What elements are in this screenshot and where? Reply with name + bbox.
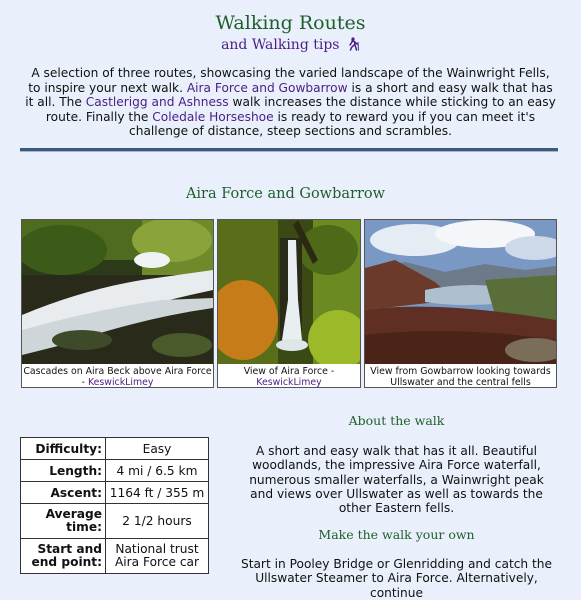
intro-paragraph: A selection of three routes, showcasing … xyxy=(25,66,556,139)
table-row: Start and end point: National trust Aira… xyxy=(20,538,209,574)
river-cascade-photo[interactable] xyxy=(22,220,213,364)
table-row: Average time: 2 1/2 hours xyxy=(20,503,209,539)
about-text: A short and easy walk that has it all. B… xyxy=(249,444,544,516)
waterfall-photo[interactable] xyxy=(218,220,360,364)
stat-value: 1164 ft / 355 m xyxy=(105,481,209,504)
stat-value: 4 mi / 6.5 km xyxy=(105,459,209,482)
photo-credit-link[interactable]: KeswickLimey xyxy=(88,377,153,388)
about-heading: About the walk xyxy=(348,413,445,428)
hiker-icon xyxy=(347,37,360,56)
link-aira-force[interactable]: Aira Force and Gowbarrow xyxy=(187,81,348,95)
link-coledale[interactable]: Coledale Horseshoe xyxy=(152,110,273,124)
photo-caption: View from Gowbarrow looking towards Ulls… xyxy=(370,366,551,388)
page-title: Walking Routes xyxy=(215,12,366,34)
stat-label: Average time: xyxy=(20,503,106,539)
make-your-own-text: Start in Pooley Bridge or Glenridding an… xyxy=(240,557,553,600)
photo-card-cascades: Cascades on Aira Beck above Aira Force -… xyxy=(21,219,214,388)
stat-label: Length: xyxy=(20,459,106,482)
stat-value: 2 1/2 hours xyxy=(105,503,209,539)
photo-card-waterfall: View of Aira Force - KeswickLimey xyxy=(217,219,361,388)
photo-card-lake-view: View from Gowbarrow looking towards Ulls… xyxy=(364,219,557,388)
stat-label: Difficulty: xyxy=(20,437,106,460)
lake-view-photo[interactable] xyxy=(365,220,556,364)
walk-stats-table: Difficulty: Easy Length: 4 mi / 6.5 km A… xyxy=(20,437,209,574)
link-castlerigg[interactable]: Castlerigg and Ashness xyxy=(86,95,229,109)
table-row: Difficulty: Easy xyxy=(20,437,209,460)
photo-caption: Cascades on Aira Beck above Aira Force -… xyxy=(23,366,212,388)
section-title: Aira Force and Gowbarrow xyxy=(185,186,386,202)
photo-caption: View of Aira Force - KeswickLimey xyxy=(243,366,335,388)
stat-value: National trust Aira Force car xyxy=(105,538,209,574)
section-divider xyxy=(20,148,558,152)
stat-value: Easy xyxy=(105,437,209,460)
table-row: Ascent: 1164 ft / 355 m xyxy=(20,481,209,504)
page-subtitle: and Walking tips xyxy=(0,36,581,56)
stat-label: Ascent: xyxy=(20,481,106,504)
make-your-own-heading: Make the walk your own xyxy=(318,527,475,542)
table-row: Length: 4 mi / 6.5 km xyxy=(20,459,209,482)
stat-label: Start and end point: xyxy=(20,538,106,574)
subtitle-text: and Walking tips xyxy=(221,37,340,53)
photo-credit-link[interactable]: KeswickLimey xyxy=(256,377,321,388)
